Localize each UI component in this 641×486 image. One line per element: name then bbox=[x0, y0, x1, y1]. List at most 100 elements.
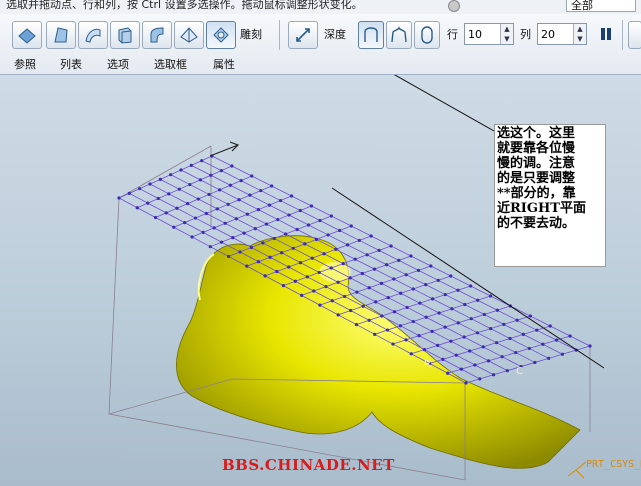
grid-control-point[interactable] bbox=[275, 269, 279, 274]
grid-control-point[interactable] bbox=[495, 308, 499, 312]
grid-control-point[interactable] bbox=[418, 301, 422, 305]
grid-control-point[interactable] bbox=[488, 294, 493, 298]
grid-control-point[interactable] bbox=[196, 197, 200, 201]
grid-control-point[interactable] bbox=[117, 196, 121, 200]
grid-control-point[interactable] bbox=[456, 288, 460, 292]
curve-surface-button[interactable] bbox=[78, 21, 108, 49]
grid-control-point[interactable] bbox=[268, 255, 272, 259]
grid-control-point[interactable] bbox=[424, 315, 428, 319]
row-count-input[interactable] bbox=[465, 24, 501, 44]
grid-control-point[interactable] bbox=[207, 192, 211, 197]
grid-control-point[interactable] bbox=[230, 164, 234, 168]
grid-control-point[interactable] bbox=[188, 182, 192, 187]
grid-control-point[interactable] bbox=[237, 198, 241, 202]
grid-control-point[interactable] bbox=[318, 218, 322, 223]
grid-control-point[interactable] bbox=[253, 227, 257, 231]
grid-control-point[interactable] bbox=[372, 267, 377, 271]
grid-control-point[interactable] bbox=[322, 252, 326, 256]
grid-control-point[interactable] bbox=[336, 313, 340, 317]
grid-control-point[interactable] bbox=[392, 277, 396, 281]
grid-control-point[interactable] bbox=[377, 248, 381, 253]
pin-icon[interactable] bbox=[448, 0, 460, 12]
grid-control-point[interactable] bbox=[459, 367, 463, 371]
grid-control-point[interactable] bbox=[365, 253, 369, 257]
tab-marquee[interactable]: 选取框 bbox=[154, 56, 187, 72]
grid-control-point[interactable] bbox=[380, 314, 384, 318]
grid-control-point[interactable] bbox=[568, 334, 572, 338]
grid-control-point[interactable] bbox=[341, 262, 345, 266]
grid-control-point[interactable] bbox=[361, 304, 365, 308]
tab-options[interactable]: 选项 bbox=[107, 56, 129, 72]
grid-control-point[interactable] bbox=[345, 243, 350, 247]
grid-control-point[interactable] bbox=[226, 254, 231, 259]
grid-control-point[interactable] bbox=[215, 207, 219, 211]
grid-control-point[interactable] bbox=[392, 310, 397, 314]
grid-control-point[interactable] bbox=[158, 177, 162, 181]
pause-icon[interactable] bbox=[600, 26, 612, 42]
grid-control-point[interactable] bbox=[287, 213, 291, 217]
grid-control-point[interactable] bbox=[354, 322, 359, 327]
grid-control-point[interactable] bbox=[405, 305, 409, 310]
grid-control-point[interactable] bbox=[374, 300, 378, 304]
grid-control-point[interactable] bbox=[318, 303, 322, 307]
grid-control-point[interactable] bbox=[289, 194, 294, 198]
grid-control-point[interactable] bbox=[231, 236, 235, 240]
grid-control-point[interactable] bbox=[441, 357, 445, 361]
tab-references[interactable]: 参照 bbox=[14, 56, 36, 72]
grid-control-point[interactable] bbox=[449, 274, 453, 278]
grid-control-point[interactable] bbox=[330, 299, 334, 303]
grid-control-point[interactable] bbox=[409, 254, 413, 258]
grid-control-point[interactable] bbox=[329, 266, 333, 270]
col-spinner-arrows[interactable]: ▲ ▼ bbox=[573, 24, 586, 44]
grid-control-point[interactable] bbox=[386, 295, 390, 300]
grid-control-point[interactable] bbox=[399, 291, 403, 295]
grid-control-point[interactable] bbox=[437, 311, 441, 315]
grid-control-point[interactable] bbox=[201, 230, 205, 234]
grid-control-point[interactable] bbox=[450, 307, 454, 311]
grid-control-point[interactable] bbox=[430, 297, 435, 301]
grid-control-point[interactable] bbox=[169, 173, 173, 177]
wrap-tool-button[interactable] bbox=[174, 21, 204, 49]
grid-control-point[interactable] bbox=[193, 216, 198, 220]
col-count-spinner[interactable]: ▲▼ bbox=[537, 23, 587, 45]
grid-control-point[interactable] bbox=[245, 264, 249, 268]
grid-control-point[interactable] bbox=[298, 208, 302, 213]
grid-control-point[interactable] bbox=[146, 201, 150, 205]
grid-control-point[interactable] bbox=[324, 285, 328, 289]
grid-control-point[interactable] bbox=[305, 275, 309, 279]
grid-control-point[interactable] bbox=[502, 322, 506, 326]
grid-control-point[interactable] bbox=[348, 276, 352, 280]
grid-control-point[interactable] bbox=[508, 336, 512, 341]
grid-control-point[interactable] bbox=[167, 192, 171, 196]
grid-control-point[interactable] bbox=[533, 360, 537, 365]
ok-button-partial[interactable] bbox=[628, 21, 641, 49]
grid-control-point[interactable] bbox=[238, 250, 242, 254]
grid-control-point[interactable] bbox=[357, 238, 361, 243]
grid-control-point[interactable] bbox=[353, 257, 357, 261]
grid-control-point[interactable] bbox=[515, 318, 519, 322]
grid-control-point[interactable] bbox=[521, 332, 525, 336]
grid-control-point[interactable] bbox=[411, 319, 415, 324]
grid-control-point[interactable] bbox=[385, 263, 389, 267]
grid-control-point[interactable] bbox=[284, 232, 288, 236]
grid-control-point[interactable] bbox=[464, 381, 468, 385]
grid-control-point[interactable] bbox=[226, 202, 230, 206]
grid-control-point[interactable] bbox=[446, 371, 450, 375]
grid-control-point[interactable] bbox=[527, 346, 531, 351]
grid-control-point[interactable] bbox=[342, 294, 347, 299]
grid-control-point[interactable] bbox=[209, 173, 213, 177]
grid-control-point[interactable] bbox=[482, 312, 486, 317]
depth-option-1-button[interactable] bbox=[358, 21, 384, 49]
grid-control-point[interactable] bbox=[429, 264, 433, 268]
grid-control-point[interactable] bbox=[200, 159, 204, 163]
grid-control-point[interactable] bbox=[449, 339, 453, 343]
tab-list[interactable]: 列表 bbox=[60, 56, 82, 72]
box-tool-button[interactable] bbox=[110, 21, 140, 49]
grid-control-point[interactable] bbox=[385, 328, 390, 332]
row-count-spinner[interactable]: ▲▼ bbox=[464, 23, 514, 45]
tab-properties[interactable]: 属性 bbox=[213, 56, 235, 72]
grid-control-point[interactable] bbox=[404, 338, 408, 342]
grid-control-point[interactable] bbox=[261, 241, 265, 245]
grid-control-point[interactable] bbox=[245, 212, 249, 216]
grid-control-point[interactable] bbox=[256, 260, 261, 264]
